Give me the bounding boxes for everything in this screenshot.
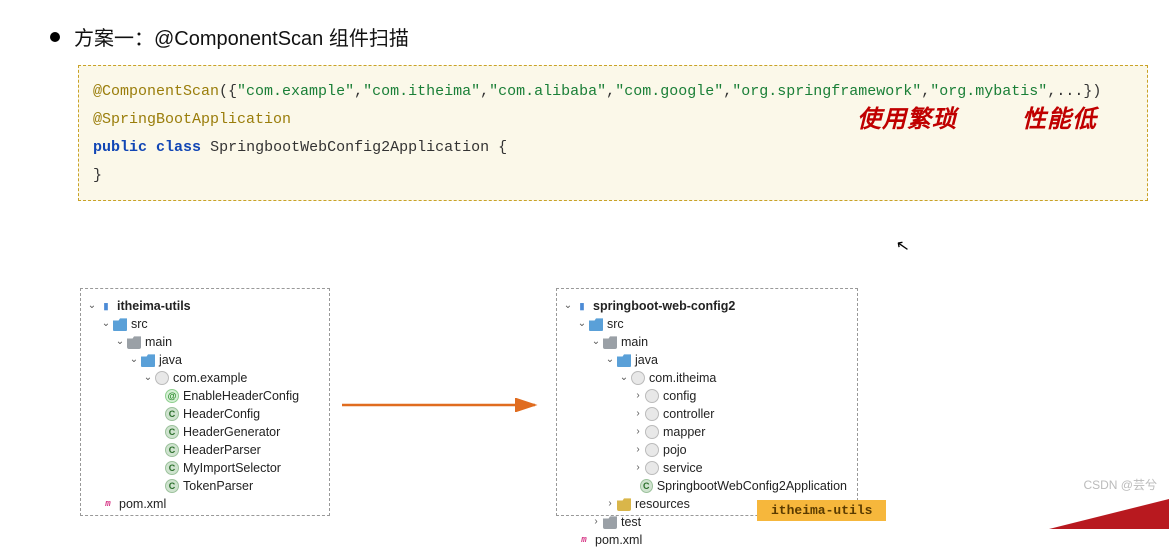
tree-node[interactable]: main [145, 333, 172, 351]
tree-node[interactable]: mapper [663, 423, 705, 441]
tree-node[interactable]: main [621, 333, 648, 351]
tree-root[interactable]: springboot-web-config2 [593, 297, 735, 315]
tree-node[interactable]: java [635, 351, 658, 369]
tree-node[interactable]: HeaderConfig [183, 405, 260, 423]
project-tree-right: ▮ springboot-web-config2 src main java co… [556, 288, 858, 516]
tree-root[interactable]: itheima-utils [117, 297, 191, 315]
tree-node[interactable]: service [663, 459, 703, 477]
tree-node[interactable]: pom.xml [119, 495, 166, 513]
tree-node[interactable]: TokenParser [183, 477, 253, 495]
code-line-1: @ComponentScan({ "com.example", "com.ith… [93, 78, 1133, 106]
folder-icon [603, 335, 617, 349]
tree-node[interactable]: resources [635, 495, 690, 513]
tree-node[interactable]: src [131, 315, 148, 333]
mouse-cursor-icon: ↖ [894, 235, 911, 257]
tree-node[interactable]: SpringbootWebConfig2Application [657, 477, 847, 495]
package-icon [645, 461, 659, 475]
arrow-icon [340, 398, 545, 412]
tree-node[interactable]: src [607, 315, 624, 333]
resources-icon [617, 497, 631, 511]
highlight-tag: itheima-utils [757, 500, 886, 521]
annotation-cumbersome: 使用繁琐 [857, 106, 957, 134]
tree-node[interactable]: com.itheima [649, 369, 716, 387]
class-icon: C [165, 407, 179, 421]
module-icon: ▮ [99, 299, 113, 313]
class-icon: C [165, 461, 179, 475]
class-icon: C [640, 479, 653, 493]
watermark: CSDN @芸兮 [1083, 476, 1157, 493]
tree-node[interactable]: HeaderParser [183, 441, 261, 459]
tree-node[interactable]: com.example [173, 369, 247, 387]
tree-node[interactable]: test [621, 513, 641, 531]
class-icon: C [165, 425, 179, 439]
folder-icon [617, 353, 631, 367]
class-icon: C [165, 479, 179, 493]
package-icon [155, 371, 169, 385]
code-block: @ComponentScan({ "com.example", "com.ith… [78, 65, 1148, 201]
folder-icon [127, 335, 141, 349]
heading-text: 方案一：@ComponentScan 组件扫描 [74, 22, 409, 51]
folder-icon [141, 353, 155, 367]
corner-decoration [1049, 499, 1169, 529]
folder-icon [589, 317, 603, 331]
tree-node[interactable]: config [663, 387, 696, 405]
code-line-4: } [93, 162, 1133, 190]
tree-node[interactable]: MyImportSelector [183, 459, 281, 477]
tree-node[interactable]: java [159, 351, 182, 369]
annotation-icon: @ [165, 389, 179, 403]
package-icon [631, 371, 645, 385]
maven-icon: m [577, 533, 591, 547]
module-icon: ▮ [575, 299, 589, 313]
code-line-3: public class SpringbootWebConfig2Applica… [93, 134, 1133, 162]
folder-icon [113, 317, 127, 331]
bullet-icon [50, 32, 60, 42]
code-line-2: @SpringBootApplication [93, 106, 1133, 134]
package-icon [645, 443, 659, 457]
tree-node[interactable]: controller [663, 405, 714, 423]
project-tree-left: ▮ itheima-utils src main java com.example… [80, 288, 330, 516]
folder-icon [603, 515, 617, 529]
package-icon [645, 389, 659, 403]
tree-node[interactable]: HeaderGenerator [183, 423, 280, 441]
heading-row: 方案一：@ComponentScan 组件扫描 [50, 22, 409, 51]
class-icon: C [165, 443, 179, 457]
package-icon [645, 407, 659, 421]
maven-icon: m [101, 497, 115, 511]
package-icon [645, 425, 659, 439]
tree-node[interactable]: EnableHeaderConfig [183, 387, 299, 405]
tree-node[interactable]: pom.xml [595, 531, 642, 549]
annotation-low-perf: 性能低 [1022, 106, 1097, 134]
tree-node[interactable]: pojo [663, 441, 687, 459]
